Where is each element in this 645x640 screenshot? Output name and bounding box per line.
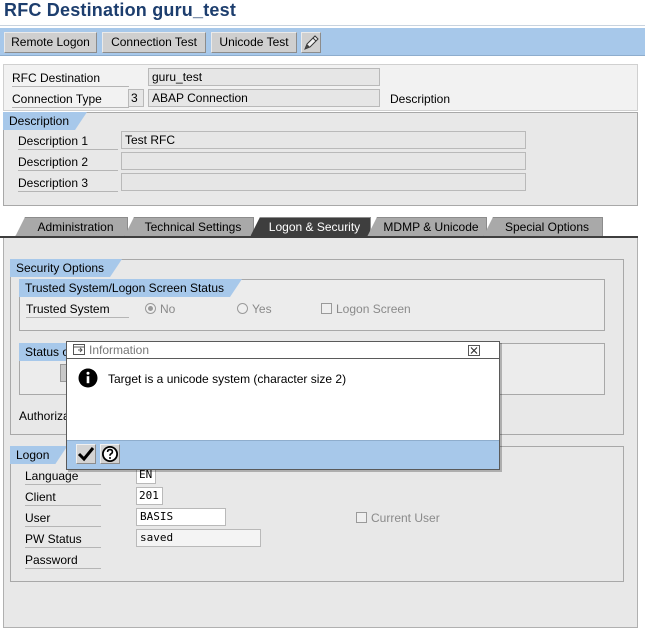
edit-pencil-icon[interactable] xyxy=(301,32,321,53)
tab-administration[interactable]: Administration xyxy=(15,217,128,237)
connection-test-button[interactable]: Connection Test xyxy=(102,32,206,53)
description-1-label: Description 1 xyxy=(18,133,118,150)
logon-screen-checkbox[interactable] xyxy=(321,303,332,314)
title-divider xyxy=(0,25,645,26)
logon-group-title: Logon xyxy=(10,446,67,464)
rfc-destination-field[interactable]: guru_test xyxy=(148,68,380,86)
description-2-field[interactable] xyxy=(121,152,526,170)
logon-screen-label: Logon Screen xyxy=(336,302,411,316)
application-toolbar: Remote Logon Connection Test Unicode Tes… xyxy=(0,28,645,56)
trusted-system-label: Trusted System xyxy=(26,301,129,318)
destination-header: RFC Destination guru_test Connection Typ… xyxy=(3,64,638,111)
info-icon xyxy=(78,368,98,388)
client-label: Client xyxy=(25,489,101,506)
trusted-yes-label: Yes xyxy=(252,302,272,316)
trusted-yes-radio[interactable] xyxy=(237,303,248,314)
tab-mdmp-unicode[interactable]: MDMP & Unicode xyxy=(367,217,487,237)
tab-special-options[interactable]: Special Options xyxy=(483,217,603,237)
current-user-checkbox[interactable] xyxy=(356,512,367,523)
dialog-message: Target is a unicode system (character si… xyxy=(108,372,347,386)
trusted-no-label: No xyxy=(160,302,176,316)
description-label: Description xyxy=(390,92,451,106)
language-label: Language xyxy=(25,468,101,485)
close-icon[interactable] xyxy=(468,345,480,356)
page-title: RFC Destination guru_test xyxy=(4,0,237,20)
description-group-title: Description xyxy=(3,112,87,130)
description-1-field[interactable]: Test RFC xyxy=(121,131,526,149)
description-group: Description Description 1 Test RFC Descr… xyxy=(3,112,638,206)
pw-status-field: saved xyxy=(136,529,261,547)
rfc-destination-label: RFC Destination xyxy=(12,70,129,87)
authorization-label: Authoriza xyxy=(19,409,70,423)
current-user-label: Current User xyxy=(371,511,440,525)
trusted-system-title: Trusted System/Logon Screen Status xyxy=(19,279,242,297)
password-label: Password xyxy=(25,552,101,569)
user-label: User xyxy=(25,510,101,527)
tab-logon-security[interactable]: Logon & Security xyxy=(250,217,371,237)
information-dialog: Information Target is a unicode system (… xyxy=(66,341,500,470)
window-icon xyxy=(73,344,86,359)
description-3-field[interactable] xyxy=(121,173,526,191)
confirm-checkmark-icon[interactable] xyxy=(76,444,96,464)
client-field[interactable]: 201 xyxy=(136,487,163,505)
connection-type-code-field[interactable]: 3 xyxy=(128,89,144,107)
connection-type-field[interactable]: ABAP Connection xyxy=(148,89,380,107)
unicode-test-button[interactable]: Unicode Test xyxy=(211,32,297,53)
trusted-system-group: Trusted System/Logon Screen Status Trust… xyxy=(19,279,605,331)
dialog-titlebar[interactable]: Information xyxy=(67,342,499,359)
dialog-title: Information xyxy=(89,343,150,357)
trusted-no-radio[interactable] xyxy=(145,303,156,314)
connection-type-label: Connection Type xyxy=(12,91,129,108)
security-options-title: Security Options xyxy=(10,259,122,277)
tab-technical-settings[interactable]: Technical Settings xyxy=(124,217,254,237)
dialog-footer xyxy=(67,440,499,469)
user-field[interactable]: BASIS xyxy=(136,508,226,526)
description-2-label: Description 2 xyxy=(18,154,118,171)
description-3-label: Description 3 xyxy=(18,175,118,192)
remote-logon-button[interactable]: Remote Logon xyxy=(4,32,97,53)
pw-status-label: PW Status xyxy=(25,531,101,548)
help-icon[interactable] xyxy=(100,444,120,464)
